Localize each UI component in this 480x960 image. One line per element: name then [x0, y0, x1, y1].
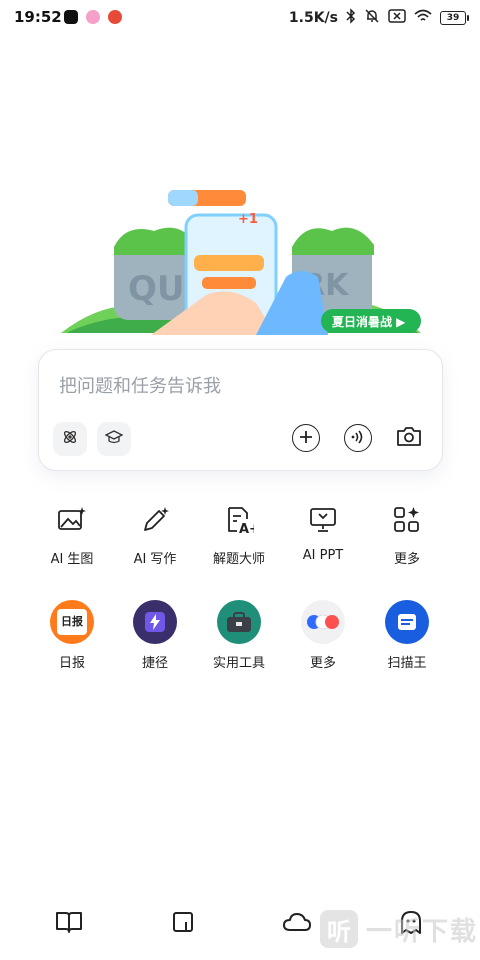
- svg-text:A+: A+: [239, 522, 254, 535]
- app-label: 扫描王: [387, 656, 427, 671]
- app-notify-icon: [86, 10, 100, 24]
- atom-mode-button[interactable]: [53, 422, 87, 456]
- app-notify-icon-2: [108, 10, 122, 24]
- nav-notes[interactable]: [167, 908, 199, 940]
- status-time: 19:52: [14, 8, 62, 26]
- daily-report-icon: 日报: [50, 600, 94, 644]
- tool-label: 解题大师: [212, 552, 265, 567]
- banner-letters-left: QU: [128, 269, 185, 309]
- sound-wave-icon: [350, 429, 366, 448]
- tool-label: 更多: [393, 552, 420, 567]
- watermark: 听 一听下载: [320, 910, 478, 948]
- nav-book[interactable]: [53, 908, 85, 940]
- tool-label: AI 生图: [50, 552, 94, 567]
- toolbox-icon: [217, 600, 261, 644]
- graduation-cap-icon: [104, 429, 124, 449]
- tool-ai-image[interactable]: AI 生图: [30, 500, 114, 567]
- tool-ai-writing[interactable]: AI 写作: [113, 500, 197, 567]
- app-utilities[interactable]: 实用工具: [197, 600, 281, 671]
- pen-sparkle-icon: [135, 500, 175, 540]
- book-icon: [55, 910, 83, 938]
- battery-icon: 39: [440, 11, 469, 25]
- app-shortcuts[interactable]: 捷径: [113, 600, 197, 671]
- nav-cloud[interactable]: [281, 908, 313, 940]
- daily-report-icon-text: 日报: [57, 609, 87, 635]
- watermark-text: 一听下载: [366, 916, 479, 947]
- presentation-icon: [303, 500, 343, 540]
- sim-off-icon: [388, 9, 406, 27]
- app-more[interactable]: 更多: [281, 600, 365, 671]
- app-label: 更多: [309, 656, 336, 671]
- tiktok-icon: [64, 10, 78, 24]
- network-speed: 1.5K/s: [288, 10, 338, 26]
- banner-badge-label[interactable]: 夏日消暑战 ▶: [332, 314, 406, 329]
- app-label: 日报: [58, 656, 85, 671]
- chat-input-placeholder[interactable]: 把问题和任务告诉我: [59, 372, 221, 398]
- cloud-icon: [282, 911, 312, 937]
- voice-button[interactable]: [344, 424, 372, 452]
- camera-icon: [396, 425, 422, 451]
- app-label: 实用工具: [212, 656, 265, 671]
- banner-plus-label: +1: [238, 212, 258, 227]
- wifi-icon: [414, 9, 432, 27]
- camera-button[interactable]: [395, 424, 423, 452]
- app-scanner[interactable]: 扫描王: [365, 600, 449, 671]
- note-icon: [171, 910, 195, 938]
- bluetooth-icon: [346, 8, 356, 28]
- tool-more[interactable]: 更多: [365, 500, 449, 567]
- doc-grade-icon: A+: [219, 500, 259, 540]
- chat-input-card[interactable]: 把问题和任务告诉我: [38, 349, 443, 471]
- tool-solver[interactable]: A+ 解题大师: [197, 500, 281, 567]
- image-sparkle-icon: [52, 500, 92, 540]
- app-label: 捷径: [141, 656, 168, 671]
- study-mode-button[interactable]: [97, 422, 131, 456]
- watermark-logo: 听: [320, 910, 358, 948]
- lightning-icon: [133, 600, 177, 644]
- tool-label: AI PPT: [302, 548, 344, 563]
- promo-banner[interactable]: QU RK +1 夏日消暑战 ▶: [56, 185, 426, 335]
- tool-ai-ppt[interactable]: AI PPT: [281, 500, 365, 563]
- grid-sparkle-icon: [387, 500, 427, 540]
- tool-label: AI 写作: [133, 552, 177, 567]
- more-apps-icon: [301, 600, 345, 644]
- atom-icon: [61, 428, 79, 450]
- mute-bell-icon: [364, 8, 380, 28]
- add-button[interactable]: [292, 424, 320, 452]
- status-bar: 19:52 1.5K/s 39: [0, 0, 480, 34]
- plus-icon: [299, 429, 313, 448]
- scanner-icon: [385, 600, 429, 644]
- app-daily-report[interactable]: 日报 日报: [30, 600, 114, 671]
- banner-illustration: QU RK +1 夏日消暑战 ▶: [61, 190, 421, 335]
